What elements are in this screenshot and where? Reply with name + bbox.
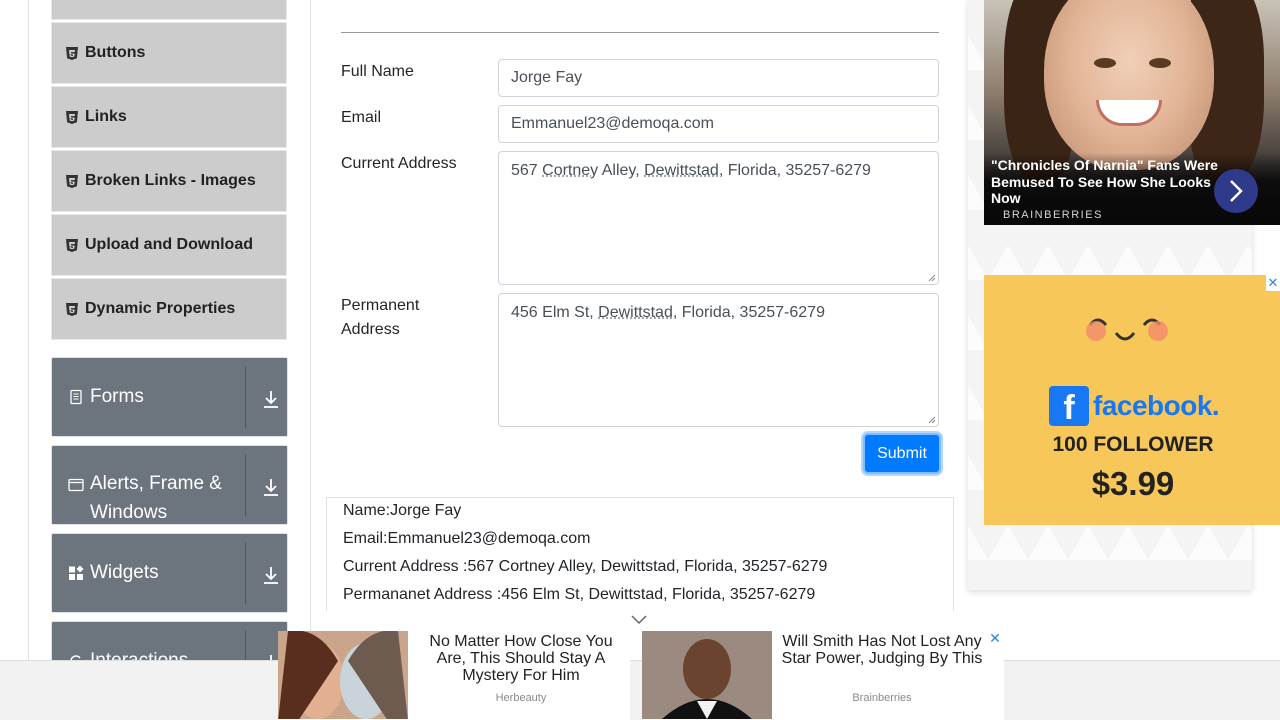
ad-title: "Chronicles Of Narnia" Fans Were Bemused…	[991, 157, 1218, 206]
sidebar-item-links[interactable]: Links	[51, 86, 287, 148]
sidebar-item-buttons[interactable]: Buttons	[51, 22, 287, 84]
html5-icon	[66, 46, 78, 60]
document-icon	[68, 389, 84, 405]
download-icon[interactable]	[262, 565, 280, 585]
facebook-wordmark: facebook.	[1093, 390, 1220, 421]
bottom-ad-1[interactable]: No Matter How Close You Are, This Should…	[278, 631, 630, 720]
output-name: Name:Jorge Fay	[343, 502, 462, 519]
permanent-address-label-line2: Address	[341, 321, 400, 338]
ad-thumbnail	[642, 631, 772, 719]
resize-handle-icon[interactable]	[928, 274, 936, 282]
smiley-face-icon	[1086, 318, 1168, 341]
output-panel: Name:Jorge Fay Email:Emmanuel23@demoqa.c…	[326, 497, 954, 611]
separator	[245, 542, 246, 604]
output-current-address: Current Address :567 Cortney Alley, Dewi…	[343, 558, 828, 575]
ad-narnia[interactable]: "Chronicles Of Narnia" Fans Were Bemused…	[984, 0, 1280, 225]
spellcheck-word: Cortney	[542, 162, 599, 179]
full-name-input[interactable]: Jorge Fay	[498, 59, 939, 97]
resize-handle-icon[interactable]	[928, 416, 936, 424]
group-label: Alerts, Frame & Windows	[90, 473, 222, 523]
html5-icon	[66, 302, 78, 316]
ad-thumbnail	[278, 631, 408, 719]
current-address-label: Current Address	[341, 155, 457, 172]
group-label: Widgets	[90, 562, 159, 583]
address-text: Alley,	[598, 162, 645, 179]
output-permanent-address: Permananet Address :456 Elm St, Dewittst…	[343, 586, 816, 603]
ad-source: Herbeauty	[495, 692, 547, 704]
address-text: 456 Elm St,	[511, 304, 599, 321]
full-name-label: Full Name	[341, 63, 414, 80]
sidebar: Buttons Links Broken Links - Images Uplo…	[28, 0, 311, 720]
download-icon[interactable]	[262, 477, 280, 497]
close-ad-button[interactable]: ✕	[1266, 275, 1280, 291]
group-widgets[interactable]: Widgets	[51, 533, 288, 613]
separator	[245, 454, 246, 516]
sidebar-item-dynamic-properties[interactable]: Dynamic Properties	[51, 278, 287, 340]
email-input[interactable]: Emmanuel23@demoqa.com	[498, 105, 939, 143]
address-text: , Florida, 35257-6279	[718, 162, 871, 179]
address-text: , Florida, 35257-6279	[672, 304, 825, 321]
current-address-textarea[interactable]: 567 Cortney Alley, Dewittstad, Florida, …	[498, 151, 939, 285]
facebook-logo: f facebook.	[1049, 385, 1229, 427]
sidebar-item-label: Links	[85, 108, 127, 125]
group-label: Forms	[90, 386, 144, 407]
group-alerts-frame-windows[interactable]: Alerts, Frame & Windows	[51, 445, 288, 525]
sidebar-item-label: Upload and Download	[85, 236, 253, 253]
facebook-icon: f	[1049, 386, 1089, 427]
ad-price: $3.99	[1091, 465, 1175, 502]
chevron-down-icon[interactable]	[630, 612, 648, 626]
widgets-icon	[68, 565, 84, 581]
ad-image-face	[1044, 0, 1214, 170]
next-arrow-button[interactable]	[1214, 169, 1258, 213]
address-text: 567	[511, 162, 543, 179]
download-icon[interactable]	[262, 389, 280, 409]
ad-source: Brainberries	[852, 692, 912, 704]
permanent-address-textarea[interactable]: 456 Elm St, Dewittstad, Florida, 35257-6…	[498, 293, 939, 427]
sidebar-item-label: Broken Links - Images	[85, 172, 256, 189]
ad-image-eye	[1149, 58, 1171, 68]
sidebar-item-hidden[interactable]	[51, 0, 287, 20]
spellcheck-word: Dewittstad	[644, 162, 719, 179]
chevron-right-icon	[1230, 180, 1243, 202]
sidebar-item-broken-links[interactable]: Broken Links - Images	[51, 150, 287, 212]
group-forms[interactable]: Forms	[51, 357, 288, 437]
divider	[341, 32, 939, 33]
ad-brand: BRAINBERRIES	[1003, 209, 1103, 221]
sidebar-item-label: Dynamic Properties	[85, 300, 236, 317]
html5-icon	[66, 174, 78, 188]
window-icon	[68, 477, 84, 493]
email-label: Email	[341, 109, 382, 126]
html5-icon	[66, 238, 78, 252]
separator	[245, 366, 246, 428]
ad-facebook-followers[interactable]: ✕ f facebook. 100 FOLLOWER $3.99	[984, 275, 1280, 525]
ad-image-eye	[1094, 58, 1116, 68]
output-email: Email:Emmanuel23@demoqa.com	[343, 530, 591, 547]
bottom-ad-bar	[0, 660, 1280, 720]
ad-headline: No Matter How Close You Are, This Should…	[429, 633, 613, 684]
spellcheck-word: Dewittstad	[598, 304, 673, 321]
sidebar-item-upload-download[interactable]: Upload and Download	[51, 214, 287, 276]
submit-button[interactable]: Submit	[863, 433, 941, 474]
sidebar-item-label: Buttons	[85, 44, 146, 61]
close-ad-button[interactable]: ✕	[988, 631, 1002, 645]
ad-followers-text: 100 FOLLOWER	[1052, 433, 1214, 456]
permanent-address-label: Permanent	[341, 297, 420, 314]
html5-icon	[66, 110, 78, 124]
bottom-ad-2[interactable]: Will Smith Has Not Lost Any Star Power, …	[642, 631, 1004, 720]
ad-headline: Will Smith Has Not Lost Any Star Power, …	[781, 633, 983, 667]
